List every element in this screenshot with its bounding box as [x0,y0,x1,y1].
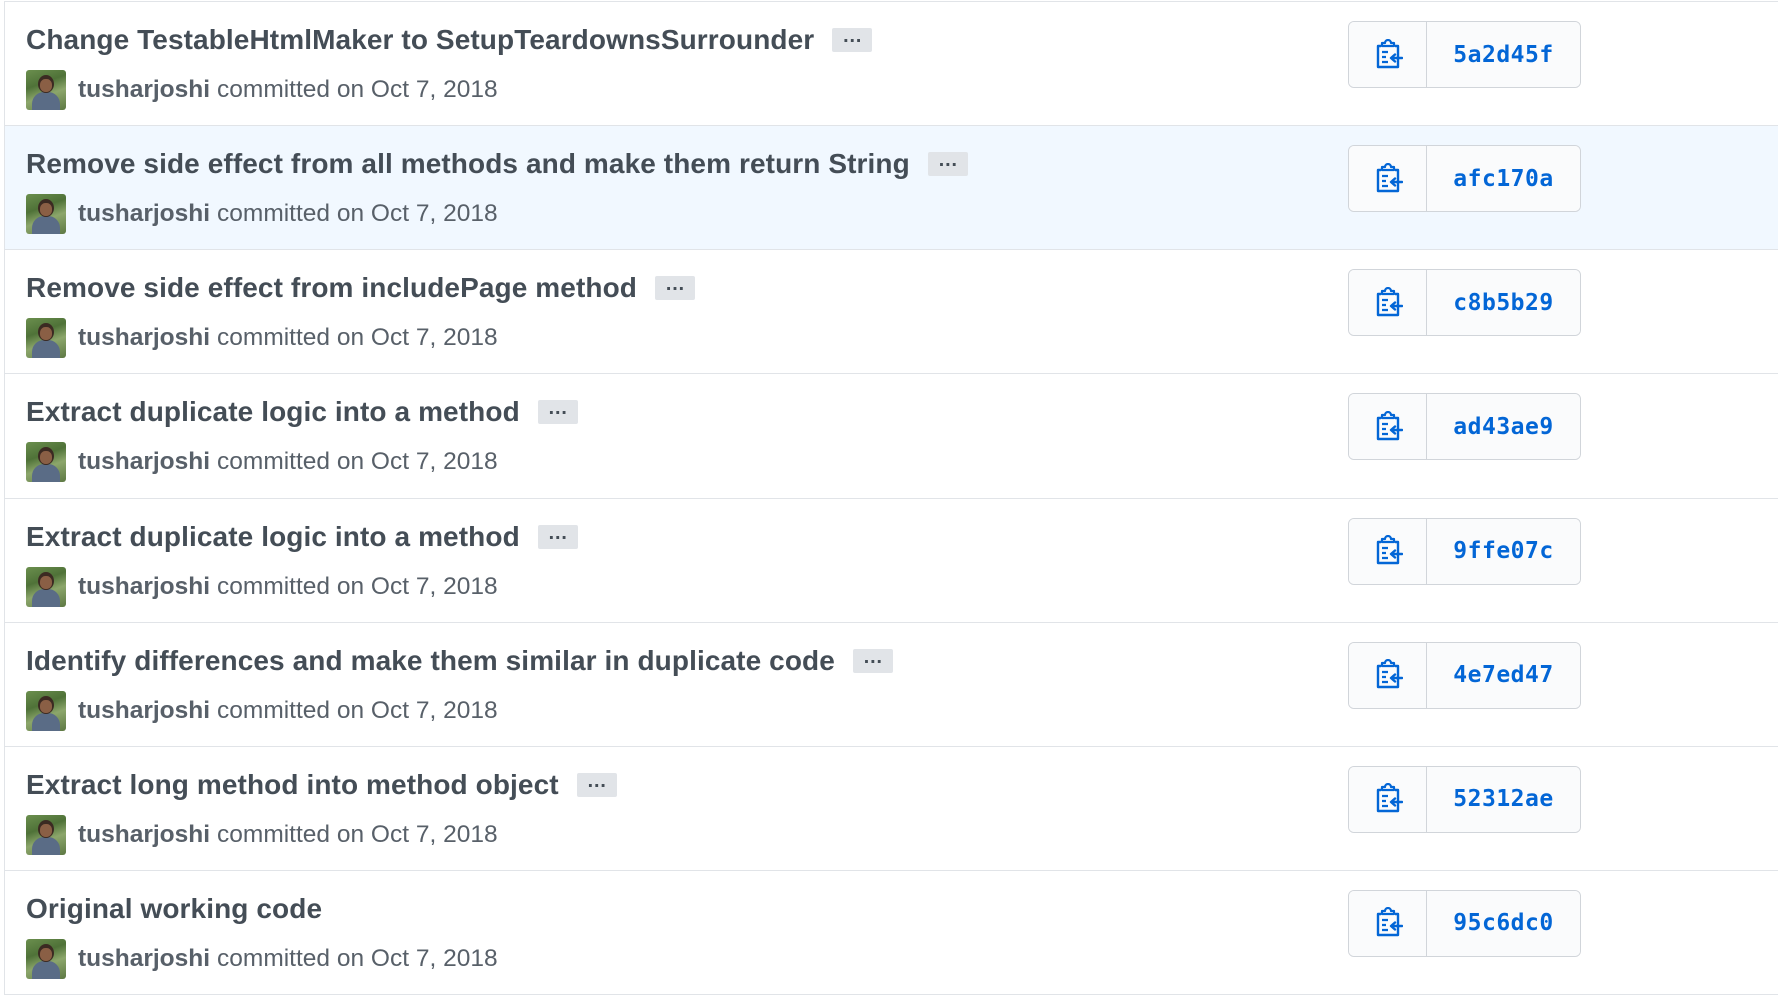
commit-title-line: Extract long method into method object … [26,767,617,803]
copy-sha-button[interactable] [1349,642,1427,708]
copy-sha-button[interactable] [1349,518,1427,584]
commit-row: Extract duplicate logic into a method … … [5,498,1778,623]
commit-title-link[interactable]: Identify differences and make them simil… [26,645,835,677]
commit-date-text: committed on Oct 7, 2018 [217,820,498,848]
commit-row: Change TestableHtmlMaker to SetupTeardow… [5,2,1778,127]
copy-sha-button[interactable] [1349,270,1427,336]
clippy-copy-icon [1376,659,1403,689]
author-link[interactable]: tusharjoshi [78,573,210,601]
commit-title-link[interactable]: Extract long method into method object [26,769,559,801]
expand-message-button[interactable]: … [655,274,696,301]
expand-message-button[interactable]: … [576,771,617,797]
commit-meta: tusharjoshi committed on Oct 7, 2018 [26,938,498,979]
commit-title-line: Extract duplicate logic into a method … [26,394,578,430]
expand-message-button[interactable]: … [927,150,968,177]
commit-meta: tusharjoshi committed on Oct 7, 2018 [26,318,498,359]
author-link[interactable]: tusharjoshi [78,945,210,973]
commit-title-line: Remove side effect from all methods and … [26,146,968,182]
clippy-copy-icon [1376,162,1403,192]
clippy-copy-icon [1376,535,1403,565]
commit-sha-link[interactable]: 5a2d45f [1427,22,1580,87]
copy-sha-button[interactable] [1349,146,1427,212]
author-link[interactable]: tusharjoshi [78,324,210,352]
commit-actions: ad43ae9 [1348,393,1581,461]
clippy-copy-icon [1376,783,1403,813]
commit-sha-link[interactable]: afc170a [1427,146,1580,212]
author-link[interactable]: tusharjoshi [78,821,210,849]
expand-message-button[interactable]: … [852,647,893,673]
commit-meta: tusharjoshi committed on Oct 7, 2018 [26,566,498,607]
commit-title-link[interactable]: Original working code [26,893,322,925]
avatar[interactable] [26,442,66,483]
commit-meta: tusharjoshi committed on Oct 7, 2018 [26,814,498,855]
commit-row: Remove side effect from all methods and … [5,126,1778,251]
commit-date-text: committed on Oct 7, 2018 [217,324,498,352]
copy-sha-button[interactable] [1349,394,1427,460]
copy-sha-button[interactable] [1349,890,1427,956]
clippy-copy-icon [1376,410,1403,441]
commit-sha-link[interactable]: ad43ae9 [1427,394,1580,460]
commit-sha-link[interactable]: 9ffe07c [1427,518,1580,584]
commit-sha-link[interactable]: 4e7ed47 [1427,642,1580,708]
commit-row: Extract duplicate logic into a method … … [5,374,1778,499]
commit-row: Identify differences and make them simil… [5,622,1778,747]
clippy-copy-icon [1376,907,1403,937]
copy-sha-button[interactable] [1349,766,1427,832]
commit-title-link[interactable]: Extract duplicate logic into a method [26,396,520,428]
commit-actions: 52312ae [1348,765,1581,833]
expand-message-button[interactable]: … [537,398,578,425]
avatar[interactable] [26,70,66,110]
author-link[interactable]: tusharjoshi [78,448,210,476]
commit-title-link[interactable]: Remove side effect from includePage meth… [26,272,637,304]
commit-date-text: committed on Oct 7, 2018 [217,944,498,972]
commit-actions: afc170a [1348,145,1581,213]
commit-actions: 5a2d45f [1348,21,1581,88]
clippy-copy-icon [1376,38,1403,68]
commit-title-link[interactable]: Remove side effect from all methods and … [26,148,910,180]
copy-sha-button[interactable] [1349,22,1427,87]
commit-date-text: committed on Oct 7, 2018 [217,76,498,103]
commit-sha-link[interactable]: c8b5b29 [1427,270,1580,336]
clippy-copy-icon [1376,286,1403,316]
commit-list: Change TestableHtmlMaker to SetupTeardow… [4,1,1778,995]
commit-title-link[interactable]: Change TestableHtmlMaker to SetupTeardow… [26,24,814,56]
commit-meta: tusharjoshi committed on Oct 7, 2018 [26,690,498,731]
avatar[interactable] [26,194,66,235]
commit-meta: tusharjoshi committed on Oct 7, 2018 [26,70,498,110]
commit-meta: tusharjoshi committed on Oct 7, 2018 [26,194,498,235]
commit-actions: 4e7ed47 [1348,641,1581,709]
commit-row: Original working code tusharjoshi commit… [5,870,1778,995]
author-link[interactable]: tusharjoshi [78,76,210,104]
commit-date-text: committed on Oct 7, 2018 [217,572,498,600]
commit-date-text: committed on Oct 7, 2018 [217,200,498,228]
commit-row: Extract long method into method object …… [5,746,1778,871]
commit-meta: tusharjoshi committed on Oct 7, 2018 [26,442,498,483]
avatar[interactable] [26,690,66,731]
commit-sha-link[interactable]: 52312ae [1427,766,1580,832]
avatar[interactable] [26,814,66,855]
commit-title-line: Extract duplicate logic into a method … [26,519,578,555]
commit-title-line: Remove side effect from includePage meth… [26,270,696,306]
commit-title-line: Identify differences and make them simil… [26,643,893,679]
commit-sha-link[interactable]: 95c6dc0 [1427,890,1580,956]
commit-title-line: Original working code [26,891,322,927]
avatar[interactable] [26,938,66,979]
commit-actions: c8b5b29 [1348,269,1581,337]
avatar[interactable] [26,318,66,359]
commit-actions: 95c6dc0 [1348,889,1581,957]
expand-message-button[interactable]: … [537,523,578,549]
commit-date-text: committed on Oct 7, 2018 [217,448,498,476]
commit-row: Remove side effect from includePage meth… [5,250,1778,375]
commit-date-text: committed on Oct 7, 2018 [217,696,498,724]
expand-message-button[interactable]: … [832,26,873,52]
avatar[interactable] [26,566,66,607]
commit-title-line: Change TestableHtmlMaker to SetupTeardow… [26,22,873,58]
author-link[interactable]: tusharjoshi [78,200,210,228]
commit-title-link[interactable]: Extract duplicate logic into a method [26,521,520,553]
commit-actions: 9ffe07c [1348,517,1581,585]
author-link[interactable]: tusharjoshi [78,697,210,725]
